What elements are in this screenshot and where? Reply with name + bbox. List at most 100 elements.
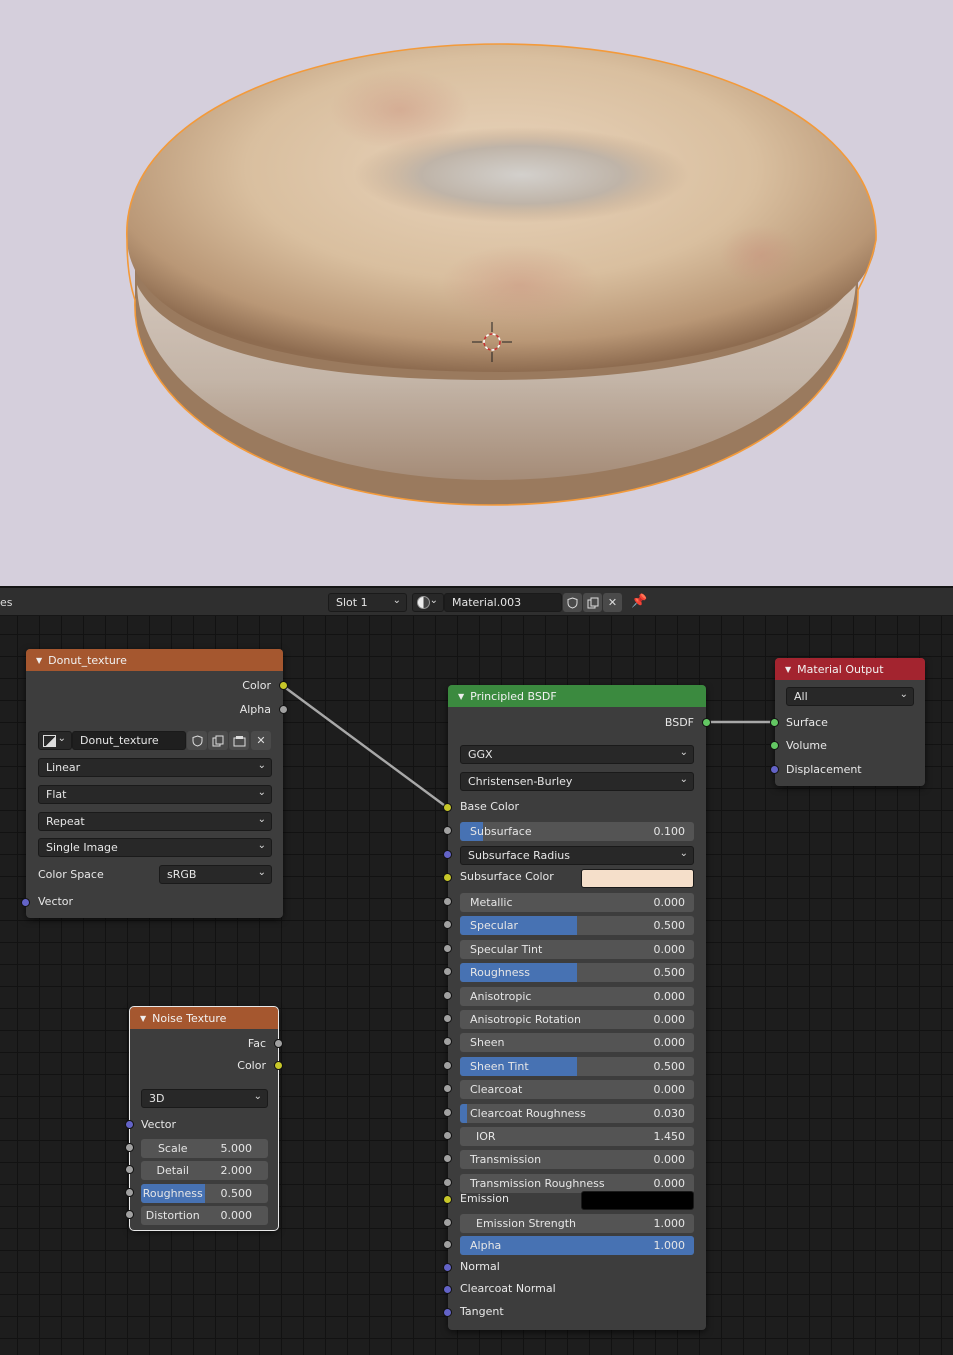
collapse-triangle-icon[interactable]: ▼	[36, 656, 42, 665]
field-value: 1.000	[653, 1239, 686, 1252]
output-fac-socket[interactable]	[274, 1039, 283, 1048]
color-space-dropdown[interactable]: sRGB ⌄	[159, 865, 272, 884]
source-dropdown[interactable]: Single Image ⌄	[38, 838, 272, 857]
transmission-field[interactable]: Transmission 0.000	[460, 1150, 694, 1169]
emission-strength-field[interactable]: Emission Strength 1.000	[460, 1214, 694, 1233]
input-subsurface-socket[interactable]	[443, 826, 452, 835]
input-surface-socket[interactable]	[770, 718, 779, 727]
input-transmission-roughness-socket[interactable]	[443, 1178, 452, 1187]
target-dropdown[interactable]: All ⌄	[786, 687, 914, 706]
input-metallic-socket[interactable]	[443, 897, 452, 906]
open-image-icon[interactable]	[229, 731, 249, 750]
image-name: Donut_texture	[80, 734, 159, 747]
subsurface-color-swatch[interactable]	[581, 869, 694, 888]
collapse-triangle-icon[interactable]: ▼	[458, 692, 464, 701]
input-ior-socket[interactable]	[443, 1131, 452, 1140]
unlink-image-icon[interactable]: ✕	[251, 731, 271, 750]
principled-bsdf-node[interactable]: ▼ Principled BSDF BSDF GGX ⌄ Christensen…	[443, 685, 711, 1330]
sheen-tint-field[interactable]: Sheen Tint 0.500	[460, 1057, 694, 1076]
input-transmission-socket[interactable]	[443, 1154, 452, 1163]
principled-bsdf-node-header[interactable]: ▼ Principled BSDF	[448, 685, 706, 707]
output-alpha-socket[interactable]	[279, 705, 288, 714]
material-name-field[interactable]: Material.003	[444, 593, 562, 612]
subsurface-radius-dropdown[interactable]: Subsurface Radius ⌄	[460, 846, 694, 865]
input-tangent-socket[interactable]	[443, 1308, 452, 1317]
anisotropic-field[interactable]: Anisotropic 0.000	[460, 987, 694, 1006]
input-displacement-socket[interactable]	[770, 765, 779, 774]
input-emission-socket[interactable]	[443, 1195, 452, 1204]
input-normal-socket[interactable]	[443, 1263, 452, 1272]
input-sheen-socket[interactable]	[443, 1037, 452, 1046]
output-color-socket[interactable]	[279, 681, 288, 690]
noise-texture-node[interactable]: ▼ Noise Texture Fac Color 3D ⌄ Vector Sc…	[125, 1006, 283, 1231]
image-name-field[interactable]: Donut_texture	[72, 731, 186, 750]
unlink-material-icon[interactable]: ✕	[603, 593, 622, 612]
input-specular-tint-socket[interactable]	[443, 944, 452, 953]
specular-field[interactable]: Specular 0.500	[460, 916, 694, 935]
collapse-triangle-icon[interactable]: ▼	[785, 665, 791, 674]
input-sheen-tint-socket[interactable]	[443, 1061, 452, 1070]
interpolation-dropdown[interactable]: Linear ⌄	[38, 758, 272, 777]
image-texture-node-header[interactable]: ▼ Donut_texture	[26, 649, 283, 671]
duplicate-material-icon[interactable]	[583, 593, 602, 612]
output-color-socket[interactable]	[274, 1061, 283, 1070]
input-vector-socket[interactable]	[21, 898, 30, 907]
input-clearcoat-normal-socket[interactable]	[443, 1285, 452, 1294]
input-subsurface-radius-socket[interactable]	[443, 850, 452, 859]
input-subsurface-color-socket[interactable]	[443, 873, 452, 882]
slot-dropdown[interactable]: Slot 1 ⌄	[328, 593, 407, 612]
roughness-field[interactable]: Roughness 0.500	[460, 963, 694, 982]
input-anisotropic-rotation-socket[interactable]	[443, 1014, 452, 1023]
sheen-field[interactable]: Sheen 0.000	[460, 1033, 694, 1052]
dimensions-dropdown[interactable]: 3D ⌄	[141, 1089, 268, 1108]
metallic-field[interactable]: Metallic 0.000	[460, 893, 694, 912]
input-distortion-socket[interactable]	[125, 1210, 134, 1219]
input-volume-socket[interactable]	[770, 741, 779, 750]
alpha-field[interactable]: Alpha 1.000	[460, 1236, 694, 1255]
input-vector-socket[interactable]	[125, 1120, 134, 1129]
fake-user-shield-icon[interactable]	[187, 731, 207, 750]
input-detail-socket[interactable]	[125, 1165, 134, 1174]
output-bsdf-socket[interactable]	[702, 718, 711, 727]
collapse-triangle-icon[interactable]: ▼	[140, 1014, 146, 1023]
anisotropic-rotation-field[interactable]: Anisotropic Rotation 0.000	[460, 1010, 694, 1029]
clearcoat-roughness-field[interactable]: Clearcoat Roughness 0.030	[460, 1104, 694, 1123]
input-specular-socket[interactable]	[443, 920, 452, 929]
shader-node-editor[interactable]: ▼ Donut_texture Color Alpha ⌄ Donut_text…	[0, 616, 953, 1355]
distribution-dropdown[interactable]: GGX ⌄	[460, 745, 694, 764]
fake-user-shield-icon[interactable]	[563, 593, 582, 612]
material-output-node-header[interactable]: ▼ Material Output	[775, 658, 925, 680]
subsurface-field[interactable]: Subsurface 0.100	[460, 822, 694, 841]
input-scale-socket[interactable]	[125, 1143, 134, 1152]
input-alpha-socket[interactable]	[443, 1240, 452, 1249]
input-anisotropic-socket[interactable]	[443, 991, 452, 1000]
input-roughness-socket[interactable]	[125, 1188, 134, 1197]
field-name: Sheen	[470, 1036, 505, 1049]
clearcoat-field[interactable]: Clearcoat 0.000	[460, 1080, 694, 1099]
material-output-node[interactable]: ▼ Material Output All ⌄ Surface Volume D…	[770, 658, 925, 786]
image-browse-button[interactable]: ⌄	[38, 731, 72, 750]
input-emission-strength-socket[interactable]	[443, 1218, 452, 1227]
pin-icon[interactable]: 📌	[631, 594, 647, 609]
ior-field[interactable]: IOR 1.450	[460, 1127, 694, 1146]
field-value: 0.500	[220, 1187, 253, 1200]
projection-dropdown[interactable]: Flat ⌄	[38, 785, 272, 804]
subsurface-method-dropdown[interactable]: Christensen-Burley ⌄	[460, 772, 694, 791]
field-name: Emission Strength	[476, 1217, 577, 1230]
input-clearcoat-roughness-socket[interactable]	[443, 1108, 452, 1117]
input-clearcoat-socket[interactable]	[443, 1084, 452, 1093]
specular-tint-field[interactable]: Specular Tint 0.000	[460, 940, 694, 959]
material-browse-button[interactable]: ⌄	[412, 593, 444, 612]
emission-color-swatch[interactable]	[581, 1191, 694, 1210]
3d-viewport[interactable]	[0, 0, 953, 586]
roughness-field[interactable]: Roughness 0.500	[141, 1184, 268, 1203]
duplicate-image-icon[interactable]	[208, 731, 228, 750]
input-roughness-socket[interactable]	[443, 967, 452, 976]
input-base-color-socket[interactable]	[443, 803, 452, 812]
noise-texture-node-header[interactable]: ▼ Noise Texture	[130, 1007, 278, 1029]
detail-field[interactable]: Detail 2.000	[141, 1161, 268, 1180]
image-texture-node[interactable]: ▼ Donut_texture Color Alpha ⌄ Donut_text…	[21, 649, 288, 918]
scale-field[interactable]: Scale 5.000	[141, 1139, 268, 1158]
extension-dropdown[interactable]: Repeat ⌄	[38, 812, 272, 831]
distortion-field[interactable]: Distortion 0.000	[141, 1206, 268, 1225]
